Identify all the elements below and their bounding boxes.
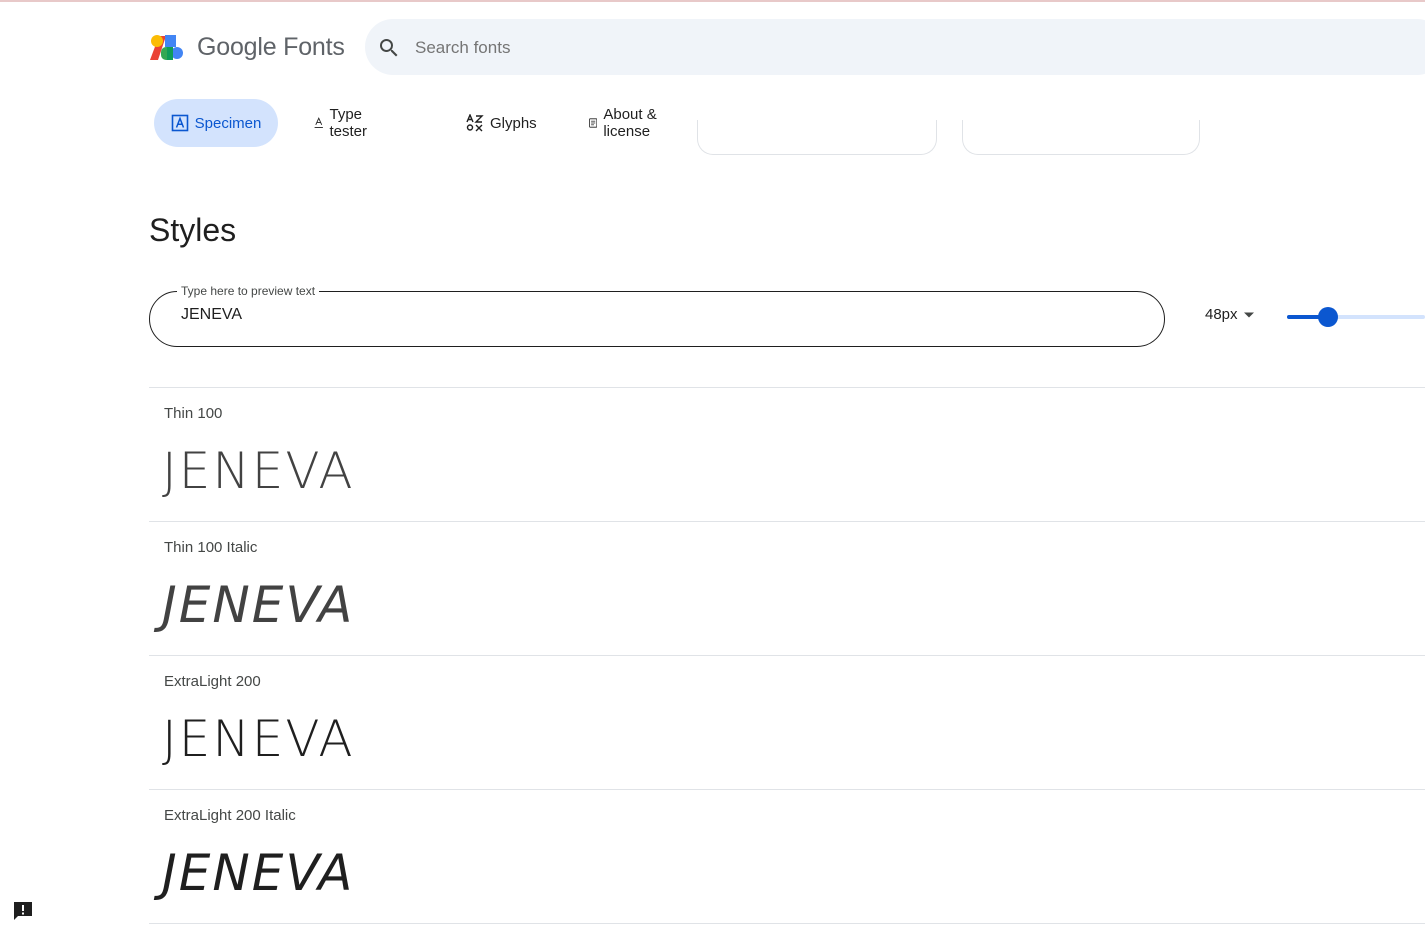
preview-text-input[interactable] xyxy=(181,306,1081,324)
specimen-icon xyxy=(171,114,188,132)
style-name: Thin 100 xyxy=(164,405,223,422)
tab-type-tester[interactable]: Type tester xyxy=(314,99,374,147)
glyphs-icon xyxy=(466,114,484,132)
style-row: Thin 100 JENEVA xyxy=(149,387,1425,521)
style-sample: JENEVA xyxy=(162,576,355,634)
style-name: ExtraLight 200 xyxy=(164,673,261,690)
style-row: ExtraLight 200 JENEVA xyxy=(149,655,1425,789)
style-sample: JENEVA xyxy=(162,710,355,768)
tab-label: Specimen xyxy=(194,114,262,132)
card-edge xyxy=(962,120,1200,155)
style-row: ExtraLight 200 Italic JENEVA xyxy=(149,789,1425,924)
card-edge xyxy=(697,120,937,155)
tab-glyphs[interactable]: Glyphs xyxy=(466,99,537,147)
tab-label: About & license xyxy=(603,106,657,140)
google-fonts-logo-icon[interactable] xyxy=(150,34,183,60)
search-input[interactable] xyxy=(413,19,1317,77)
font-size-select[interactable]: 48px xyxy=(1205,306,1254,323)
style-name: ExtraLight 200 Italic xyxy=(164,807,296,824)
section-title: Styles xyxy=(149,212,237,248)
tab-specimen[interactable]: Specimen xyxy=(154,99,278,147)
about-icon xyxy=(589,118,598,128)
brand-name[interactable]: Google Fonts xyxy=(197,33,345,62)
style-sample: JENEVA xyxy=(162,844,355,902)
font-size-value: 48px xyxy=(1205,306,1238,323)
tab-label: Glyphs xyxy=(490,114,537,132)
feedback-icon[interactable] xyxy=(12,900,34,922)
search-icon xyxy=(380,39,398,57)
tab-label: Type tester xyxy=(329,106,368,140)
style-sample: JENEVA xyxy=(162,442,355,500)
style-name: Thin 100 Italic xyxy=(164,539,258,556)
font-size-slider[interactable] xyxy=(1287,307,1425,327)
top-border xyxy=(0,0,1425,2)
tab-about-license[interactable]: About & license xyxy=(589,99,658,147)
slider-thumb[interactable] xyxy=(1318,307,1338,327)
style-row: Thin 100 Italic JENEVA xyxy=(149,521,1425,655)
search-bar[interactable] xyxy=(365,19,1425,77)
chevron-down-icon xyxy=(1243,312,1254,317)
preview-field-label: Type here to preview text xyxy=(177,284,320,298)
type-tester-icon xyxy=(314,117,323,128)
styles-list: Thin 100 JENEVA Thin 100 Italic JENEVA E… xyxy=(149,387,1425,924)
